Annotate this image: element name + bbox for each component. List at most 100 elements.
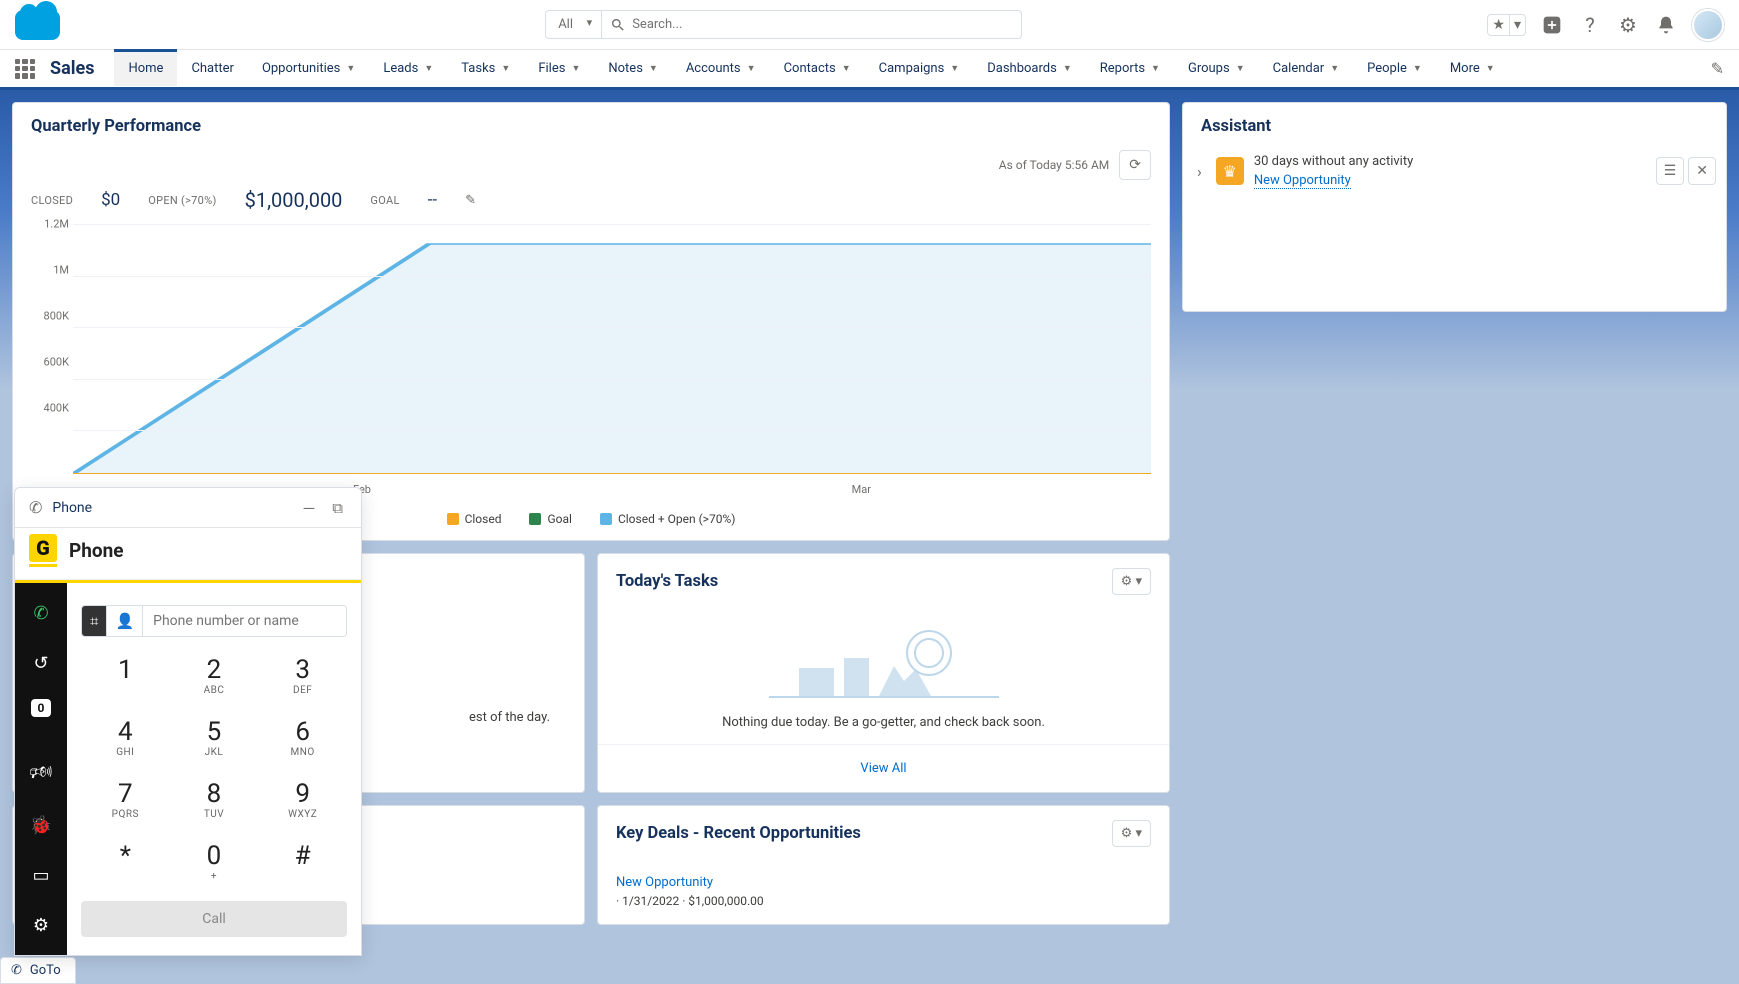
- nav-tab-tasks[interactable]: Tasks▼: [447, 50, 524, 87]
- phone-panel-title: Phone: [52, 500, 289, 516]
- help-icon[interactable]: ?: [1578, 13, 1602, 37]
- nav-tab-leads[interactable]: Leads▼: [369, 50, 447, 87]
- dialpad-key-#[interactable]: #: [258, 829, 347, 891]
- chevron-down-icon: ▼: [842, 63, 851, 74]
- history-tab-icon[interactable]: ↺: [27, 649, 55, 677]
- dialpad-key-3[interactable]: 3DEF: [258, 643, 347, 705]
- search-scope-select[interactable]: All: [545, 10, 602, 39]
- nav-tab-chatter[interactable]: Chatter: [177, 50, 248, 87]
- global-header: All ★▾ ? ⚙: [0, 0, 1739, 50]
- bug-icon[interactable]: 🐞: [27, 811, 55, 839]
- goal-value: --: [428, 190, 437, 210]
- dialpad-key-1[interactable]: 1: [81, 643, 170, 705]
- phone-icon: ✆: [29, 498, 42, 517]
- dialpad-mode-button[interactable]: ⌗: [82, 606, 107, 636]
- avatar[interactable]: [1692, 9, 1724, 41]
- dialpad-key-0[interactable]: 0+: [170, 829, 259, 891]
- chevron-down-icon: ▼: [571, 63, 580, 74]
- deals-filter-button[interactable]: ⚙ ▾: [1112, 820, 1151, 847]
- refresh-button[interactable]: ⟳: [1119, 150, 1151, 180]
- nav-tab-more[interactable]: More▼: [1436, 50, 1509, 87]
- add-button[interactable]: [1540, 13, 1564, 37]
- nav-tab-contacts[interactable]: Contacts▼: [770, 50, 865, 87]
- assistant-list-button[interactable]: ☰: [1656, 157, 1685, 185]
- chevron-down-icon: ▾: [1510, 15, 1525, 35]
- expand-icon[interactable]: ›: [1193, 162, 1206, 181]
- edit-goal-icon[interactable]: ✎: [465, 193, 476, 208]
- events-empty-text: est of the day.: [453, 694, 566, 741]
- y-tick: 1M: [53, 264, 69, 277]
- feedback-icon[interactable]: ▭: [27, 861, 55, 889]
- dialpad-key-8[interactable]: 8TUV: [170, 767, 259, 829]
- chevron-down-icon: ▼: [1486, 63, 1495, 74]
- nav-tab-dashboards[interactable]: Dashboards▼: [973, 50, 1086, 87]
- chevron-down-icon: ▼: [1063, 63, 1072, 74]
- closed-label: CLOSED: [31, 194, 73, 207]
- goto-logo: G: [29, 534, 57, 562]
- quarterly-performance-card: Quarterly Performance As of Today 5:56 A…: [12, 102, 1170, 541]
- minimize-button[interactable]: ─: [300, 499, 319, 517]
- legend-label: Closed: [465, 512, 502, 526]
- nav-tab-people[interactable]: People▼: [1353, 50, 1436, 87]
- header-actions: ★▾ ? ⚙: [1487, 9, 1724, 41]
- chevron-down-icon: ▼: [424, 63, 433, 74]
- settings-icon[interactable]: ⚙: [27, 911, 55, 939]
- contacts-mode-button[interactable]: 👤: [107, 606, 143, 636]
- phone-panel: ✆ Phone ─ ⧉ G Phone ✆ ↺ 0 🕬 🐞 ▭ ⚙ ⌗ 👤: [14, 487, 362, 956]
- legend-label: Closed + Open (>70%): [618, 512, 735, 526]
- closed-value: $0: [101, 190, 120, 210]
- search-input[interactable]: [602, 10, 1022, 39]
- chevron-down-icon: ▼: [346, 63, 355, 74]
- area-fill: [73, 244, 1151, 474]
- app-launcher-icon[interactable]: [15, 59, 35, 79]
- favorites-button[interactable]: ★▾: [1487, 14, 1526, 36]
- dialpad-key-2[interactable]: 2ABC: [170, 643, 259, 705]
- dialpad-key-9[interactable]: 9WXYZ: [258, 767, 347, 829]
- dialpad-key-6[interactable]: 6MNO: [258, 705, 347, 767]
- nav-tab-notes[interactable]: Notes▼: [594, 50, 671, 87]
- dialpad-key-*[interactable]: *: [81, 829, 170, 891]
- phone-sidebar: ✆ ↺ 0 🕬 🐞 ▭ ⚙: [15, 583, 67, 955]
- nav-tab-campaigns[interactable]: Campaigns▼: [865, 50, 974, 87]
- popout-button[interactable]: ⧉: [328, 499, 347, 517]
- call-button[interactable]: Call: [81, 901, 347, 937]
- star-icon: ★: [1488, 15, 1510, 35]
- assistant-card: Assistant › ♛ 30 days without any activi…: [1182, 102, 1727, 312]
- y-tick: 400K: [44, 402, 69, 415]
- phone-number-input[interactable]: [143, 606, 346, 636]
- dialer-tab-icon[interactable]: ✆: [27, 599, 55, 627]
- y-tick: 800K: [44, 310, 69, 323]
- key-deals-card: Key Deals - Recent Opportunities ⚙ ▾ New…: [597, 805, 1170, 925]
- announce-icon[interactable]: 🕬: [27, 761, 55, 789]
- assistant-item-link[interactable]: New Opportunity: [1254, 173, 1351, 189]
- dialpad-key-7[interactable]: 7PQRS: [81, 767, 170, 829]
- nav-tab-groups[interactable]: Groups▼: [1174, 50, 1259, 87]
- nav-tab-accounts[interactable]: Accounts▼: [672, 50, 770, 87]
- gear-icon[interactable]: ⚙: [1616, 13, 1640, 37]
- deal-link[interactable]: New Opportunity: [616, 875, 713, 890]
- phone-app-title: Phone: [69, 539, 124, 562]
- dialpad-key-4[interactable]: 4GHI: [81, 705, 170, 767]
- todays-tasks-card: Today's Tasks ⚙ ▾ Nothing due today. Be …: [597, 553, 1170, 793]
- nav-tab-calendar[interactable]: Calendar▼: [1259, 50, 1354, 87]
- dialpad: 12ABC3DEF 4GHI5JKL6MNO 7PQRS8TUV9WXYZ *0+#: [81, 643, 347, 891]
- crown-icon: ♛: [1216, 157, 1244, 185]
- nav-tab-reports[interactable]: Reports▼: [1086, 50, 1174, 87]
- goto-utility-button[interactable]: ✆ GoTo: [0, 957, 76, 984]
- nav-tab-files[interactable]: Files▼: [524, 50, 594, 87]
- assistant-dismiss-button[interactable]: ✕: [1688, 157, 1716, 185]
- x-tick: Mar: [852, 483, 871, 496]
- nav-bar: Sales HomeChatterOpportunities▼Leads▼Tas…: [0, 50, 1739, 90]
- nav-tab-home[interactable]: Home: [114, 49, 177, 86]
- edit-nav-icon[interactable]: ✎: [1711, 59, 1724, 78]
- nav-tab-opportunities[interactable]: Opportunities▼: [248, 50, 369, 87]
- salesforce-logo: [15, 10, 60, 40]
- dialpad-key-5[interactable]: 5JKL: [170, 705, 259, 767]
- y-tick: 1.2M: [44, 218, 69, 231]
- chevron-down-icon: ▼: [501, 63, 510, 74]
- bell-icon[interactable]: [1654, 13, 1678, 37]
- view-all-link[interactable]: View All: [860, 761, 906, 776]
- tasks-filter-button[interactable]: ⚙ ▾: [1112, 568, 1151, 595]
- global-search: All: [545, 10, 1022, 39]
- voicemail-badge[interactable]: 0: [31, 699, 52, 717]
